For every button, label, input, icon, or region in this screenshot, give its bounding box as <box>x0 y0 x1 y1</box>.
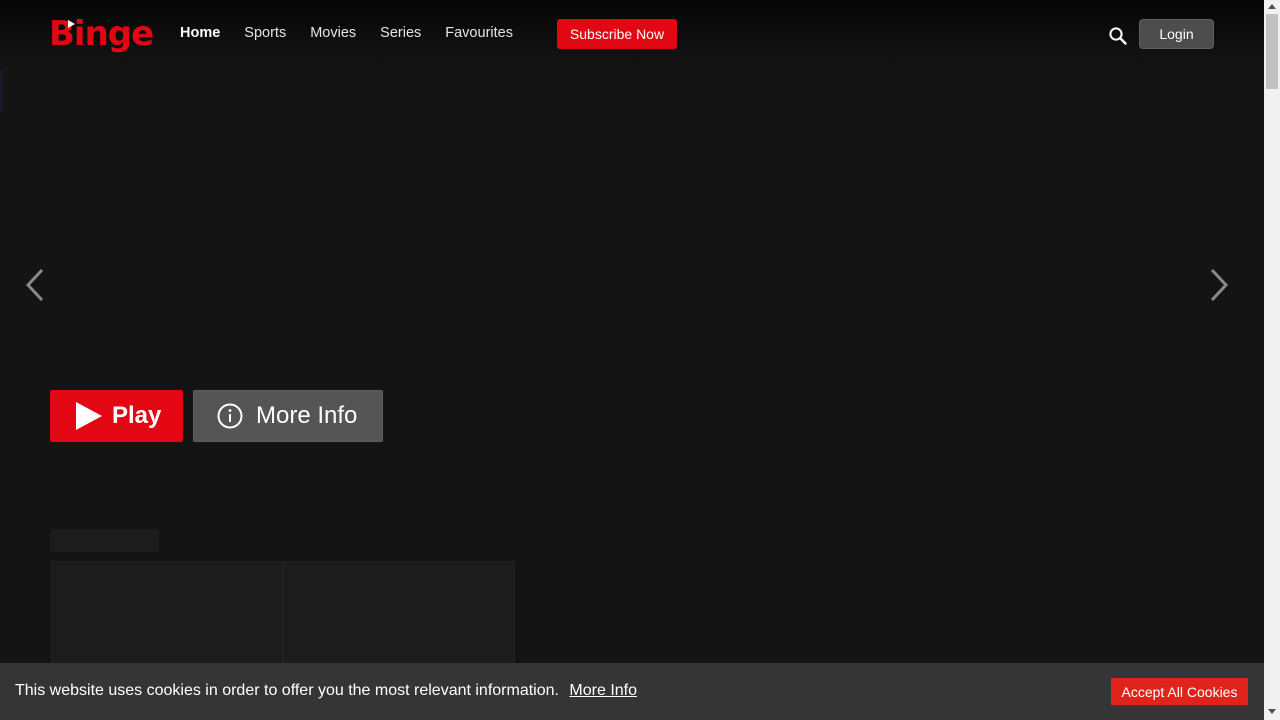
play-label: Play <box>112 402 162 429</box>
logo-play-icon <box>68 20 75 28</box>
nav-movies[interactable]: Movies <box>310 24 356 42</box>
play-icon <box>76 402 102 430</box>
search-icon[interactable] <box>1108 26 1128 46</box>
more-info-button[interactable]: More Info <box>193 390 383 442</box>
chevron-right-icon[interactable] <box>1206 266 1230 304</box>
edge-strip <box>0 70 2 112</box>
card-placeholder <box>283 561 515 673</box>
login-button[interactable]: Login <box>1139 19 1214 49</box>
cookie-banner: This website uses cookies in order to of… <box>0 663 1264 720</box>
more-info-label: More Info <box>256 402 358 429</box>
accept-all-cookies-button[interactable]: Accept All Cookies <box>1111 678 1248 705</box>
subscribe-now-button[interactable]: Subscribe Now <box>557 19 677 49</box>
chevron-left-icon[interactable] <box>24 266 48 304</box>
site-header: Binge Home Sports Movies Series Favourit… <box>0 0 1264 70</box>
main-nav: Home Sports Movies Series Favourites <box>180 24 537 42</box>
cookie-more-info-link[interactable]: More Info <box>569 682 637 699</box>
scrollbar-thumb[interactable] <box>1266 14 1278 89</box>
binge-logo[interactable]: Binge <box>49 13 154 55</box>
cookie-message: This website uses cookies in order to of… <box>15 682 559 699</box>
card-placeholder <box>51 561 283 673</box>
nav-home[interactable]: Home <box>180 24 220 42</box>
cookie-message-wrap: This website uses cookies in order to of… <box>15 682 637 700</box>
nav-series[interactable]: Series <box>380 24 421 42</box>
scroll-down-arrow-icon[interactable] <box>1268 709 1276 714</box>
play-button[interactable]: Play <box>50 390 183 442</box>
info-icon <box>217 403 243 429</box>
nav-sports[interactable]: Sports <box>244 24 286 42</box>
row-title-placeholder <box>50 529 159 552</box>
logo-text: Binge <box>49 14 154 54</box>
scroll-up-arrow-icon[interactable] <box>1268 4 1276 9</box>
nav-favourites[interactable]: Favourites <box>445 24 513 42</box>
scrollbar[interactable] <box>1264 0 1280 720</box>
